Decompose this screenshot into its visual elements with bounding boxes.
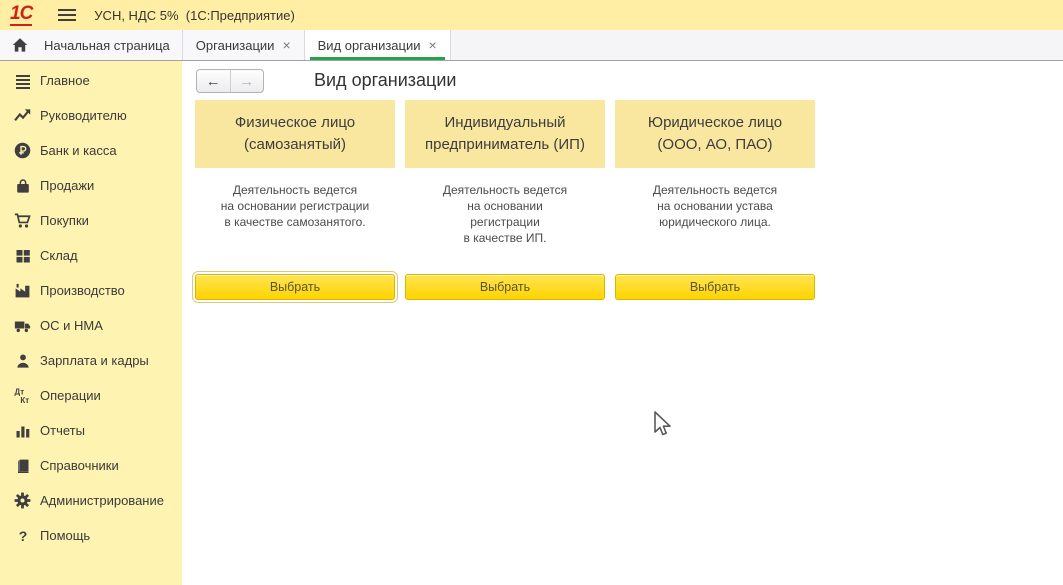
factory-icon [14, 282, 31, 299]
sidebar-item-label: Покупки [40, 213, 89, 228]
close-icon[interactable]: × [429, 38, 437, 52]
sidebar-item-label: Отчеты [40, 423, 85, 438]
section-sidebar: Главное Руководителю Банк и касса Продаж… [0, 61, 182, 585]
question-icon: ? [14, 527, 31, 544]
sidebar-item-label: Продажи [40, 178, 94, 193]
debit-credit-icon: Дт Кт [14, 387, 31, 404]
sidebar-item-sales[interactable]: Продажи [0, 168, 182, 203]
sidebar-item-label: Руководителю [40, 108, 127, 123]
sidebar-item-main[interactable]: Главное [0, 63, 182, 98]
card-description: Деятельность ведется на основании регист… [195, 182, 395, 230]
history-nav-group: ← → [196, 69, 264, 93]
sidebar-item-reports[interactable]: Отчеты [0, 413, 182, 448]
window-title: УСН, НДС 5% (1С:Предприятие) [94, 8, 294, 23]
select-button-legal-entity[interactable]: Выбрать [615, 274, 815, 300]
tab-home-page[interactable]: Начальная страница [0, 30, 183, 60]
back-button[interactable]: ← [197, 70, 231, 92]
1c-logo: 1С [10, 4, 32, 26]
shopping-bag-icon [14, 177, 31, 194]
tab-label: Организации [196, 38, 275, 53]
sidebar-item-help[interactable]: ? Помощь [0, 518, 182, 553]
card-description: Деятельность ведется на основании устава… [615, 182, 815, 230]
card-entrepreneur-ip: Индивидуальный предприниматель (ИП) Деят… [405, 100, 605, 304]
gear-icon [14, 492, 31, 509]
sidebar-item-fixed-assets[interactable]: ОС и НМА [0, 308, 182, 343]
tab-organization-kind[interactable]: Вид организации × [305, 30, 451, 60]
close-icon[interactable]: × [282, 38, 290, 52]
sidebar-item-manager[interactable]: Руководителю [0, 98, 182, 133]
sidebar-item-label: Операции [40, 388, 101, 403]
content-area: ← → Вид организации Физическое лицо (сам… [182, 61, 1063, 585]
organization-kind-cards: Физическое лицо (самозанятый) Деятельнос… [195, 100, 815, 304]
forward-button[interactable]: → [231, 70, 264, 92]
trending-up-icon [14, 107, 31, 124]
card-title: Индивидуальный предприниматель (ИП) [405, 100, 605, 168]
tab-bar: Начальная страница Организации × Вид орг… [0, 30, 1063, 61]
sidebar-item-label: Помощь [40, 528, 90, 543]
sidebar-item-label: Производство [40, 283, 125, 298]
sidebar-item-label: Администрирование [40, 493, 164, 508]
truck-icon [14, 317, 31, 334]
ruble-coin-icon [14, 142, 31, 159]
select-button-ip[interactable]: Выбрать [405, 274, 605, 300]
sidebar-item-label: Зарплата и кадры [40, 353, 149, 368]
svg-text:?: ? [18, 528, 27, 544]
card-description: Деятельность ведется на основании регист… [405, 182, 605, 246]
sidebar-item-administration[interactable]: Администрирование [0, 483, 182, 518]
main-menu-icon[interactable] [58, 6, 76, 24]
sidebar-item-directories[interactable]: Справочники [0, 448, 182, 483]
sidebar-item-purchases[interactable]: Покупки [0, 203, 182, 238]
tab-label: Вид организации [318, 38, 421, 53]
person-icon [14, 352, 31, 369]
sidebar-item-production[interactable]: Производство [0, 273, 182, 308]
tab-home-label: Начальная страница [44, 38, 170, 53]
sidebar-item-label: Главное [40, 73, 90, 88]
sidebar-item-bank-cash[interactable]: Банк и касса [0, 133, 182, 168]
sidebar-item-label: Справочники [40, 458, 119, 473]
book-icon [14, 457, 31, 474]
menu-icon [14, 72, 31, 89]
sidebar-item-label: Банк и касса [40, 143, 117, 158]
bar-chart-icon [14, 422, 31, 439]
card-title: Юридическое лицо (ООО, АО, ПАО) [615, 100, 815, 168]
sidebar-item-operations[interactable]: Дт Кт Операции [0, 378, 182, 413]
page-title: Вид организации [314, 70, 456, 91]
sidebar-item-warehouse[interactable]: Склад [0, 238, 182, 273]
sidebar-item-label: Склад [40, 248, 78, 263]
sidebar-item-label: ОС и НМА [40, 318, 103, 333]
shopping-cart-icon [14, 212, 31, 229]
sidebar-item-payroll-hr[interactable]: Зарплата и кадры [0, 343, 182, 378]
home-icon [12, 37, 28, 53]
tab-organizations[interactable]: Организации × [183, 30, 305, 60]
select-button-self-employed[interactable]: Выбрать [195, 274, 395, 300]
card-individual-self-employed: Физическое лицо (самозанятый) Деятельнос… [195, 100, 395, 304]
window-titlebar: 1С УСН, НДС 5% (1С:Предприятие) [0, 0, 1063, 30]
svg-text:Кт: Кт [20, 396, 29, 404]
card-title: Физическое лицо (самозанятый) [195, 100, 395, 168]
card-legal-entity: Юридическое лицо (ООО, АО, ПАО) Деятельн… [615, 100, 815, 304]
boxes-icon [14, 247, 31, 264]
